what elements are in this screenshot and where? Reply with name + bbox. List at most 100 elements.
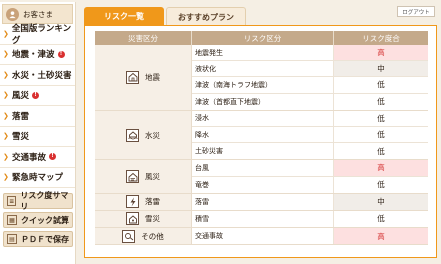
risk-level: 低: [377, 130, 385, 140]
risk-level: 低: [377, 97, 385, 107]
risk-group: 水災 浸水低降水低土砂災害低: [95, 110, 428, 161]
risk-level: 中: [334, 193, 428, 210]
list-icon: ≡: [7, 196, 17, 206]
alert-badge-icon: !: [57, 50, 65, 58]
risk-level: 低: [377, 214, 385, 224]
sidebar-item-3[interactable]: ❯ 風災!: [0, 86, 75, 106]
risk-level: 低: [377, 113, 385, 123]
table-row: 津波（南海トラフ地震） 低: [192, 77, 428, 94]
house-wind-icon: [126, 170, 139, 183]
sidebar-item-label: 風災: [12, 91, 30, 102]
document-icon: ▤: [7, 234, 17, 244]
risk-table: 災害区分 リスク区分 リスク度合 地震 地震発生高液状化中津波（南海トラフ地震）低…: [95, 31, 428, 246]
risk-group: 風災 台風高竜巻 低: [95, 160, 428, 194]
sidebar-item-label: 地震・津波: [12, 50, 55, 61]
table-row: 落雷中: [192, 193, 428, 210]
header-disaster-category: 災害区分: [95, 31, 192, 45]
sidebar-item-label: 全国版ランキング: [11, 23, 72, 46]
lightning-icon: [126, 195, 139, 209]
risk-summary-label: リスク度サマリ: [20, 191, 69, 211]
save-pdf-label: ＰＤＦで保存: [21, 234, 69, 244]
table-row: 浸水 低: [192, 110, 428, 127]
tab-recommended-plan[interactable]: おすすめプラン: [166, 7, 246, 26]
category-cell: 風災: [95, 160, 192, 193]
sidebar-item-6[interactable]: ❯ 交通事故!: [0, 147, 75, 168]
table-row: 竜巻 低: [192, 176, 428, 193]
sidebar: お客さま ❯ 全国版ランキング ❯ 地震・津波! ❯ 水災・土砂災害 ❯ 風災! ❯ 落雷 ❯ 雪災 ❯…: [0, 2, 76, 264]
tab-risk-list[interactable]: リスク一覧: [84, 7, 164, 26]
chevron-right-icon: ❯: [3, 29, 9, 38]
logout-button[interactable]: ログアウト: [397, 6, 435, 17]
category-cell: 地震: [95, 45, 192, 110]
table-row: 台風高: [192, 160, 428, 177]
risk-name: 地震発生: [192, 45, 334, 61]
risk-name: 土砂災害: [192, 143, 334, 160]
risk-level: 高: [334, 160, 428, 176]
risk-name: 降水: [192, 126, 334, 143]
sidebar-item-label: 緊急時マップ: [12, 173, 64, 184]
risk-level: 低: [377, 80, 385, 90]
header-risk-category: リスク区分: [192, 31, 334, 45]
user-icon: [6, 7, 19, 21]
sidebar-item-2[interactable]: ❯ 水災・土砂災害: [0, 65, 75, 86]
category-cell: 落雷: [95, 193, 192, 210]
save-pdf-button[interactable]: ▤ ＰＤＦで保存: [3, 231, 73, 247]
house-flood-icon: [126, 128, 139, 142]
sidebar-item-label: 交通事故: [12, 152, 47, 163]
risk-level: 高: [334, 228, 428, 245]
snow-icon: [126, 212, 139, 226]
sidebar-item-7[interactable]: ❯ 緊急時マップ: [0, 168, 75, 188]
house-earthquake-icon: [126, 70, 139, 84]
chevron-right-icon: ❯: [3, 91, 9, 100]
risk-group: 地震 地震発生高液状化中津波（南海トラフ地震）低津波（首都直下地震）低: [95, 45, 428, 111]
main-panel: 災害区分 リスク区分 リスク度合 地震 地震発生高液状化中津波（南海トラフ地震）低…: [84, 25, 437, 258]
chevron-right-icon: ❯: [3, 111, 9, 120]
header-risk-level: リスク度合: [362, 33, 400, 43]
quick-estimate-label: クイック試算: [21, 215, 69, 225]
category-label: 風災: [145, 172, 160, 181]
risk-group: 雪災 積雪 低: [95, 210, 428, 229]
sidebar-item-label: 落雷: [12, 111, 30, 122]
sidebar-item-label: 雪災: [12, 132, 30, 143]
sidebar-item-5[interactable]: ❯ 雪災: [0, 127, 75, 147]
risk-name: 竜巻: [192, 176, 334, 193]
sidebar-item-1[interactable]: ❯ 地震・津波!: [0, 45, 75, 65]
risk-level: 高: [334, 45, 428, 61]
table-row: 地震発生高: [192, 45, 428, 62]
risk-name: 台風: [192, 160, 334, 176]
sidebar-item-label: 水災・土砂災害: [12, 70, 72, 81]
risk-group: 落雷 落雷中: [95, 193, 428, 211]
quick-estimate-button[interactable]: ▦ クイック試算: [3, 212, 73, 228]
category-label: その他: [141, 231, 164, 241]
risk-name: 落雷: [192, 193, 334, 210]
risk-name: 津波（南海トラフ地震）: [192, 77, 334, 93]
risk-group: その他 交通事故高: [95, 228, 428, 246]
table-row: 津波（首都直下地震） 低: [192, 93, 428, 110]
risk-level: 中: [334, 61, 428, 77]
sidebar-item-4[interactable]: ❯ 落雷: [0, 106, 75, 127]
risk-name: 交通事故: [192, 228, 334, 245]
chevron-right-icon: ❯: [3, 70, 9, 79]
category-cell: その他: [95, 228, 192, 245]
table-row: 降水 低: [192, 126, 428, 144]
other-icon: [122, 229, 136, 243]
risk-name: 液状化: [192, 61, 334, 77]
alert-badge-icon: !: [49, 153, 57, 161]
category-label: 水災: [145, 130, 160, 140]
chevron-right-icon: ❯: [3, 50, 9, 59]
user-name: お客さま: [23, 9, 53, 19]
alert-badge-icon: !: [32, 91, 40, 99]
category-label: 落雷: [145, 197, 160, 207]
table-row: 土砂災害 低: [192, 143, 428, 160]
risk-level: 低: [377, 146, 385, 156]
table-row: 積雪 低: [192, 210, 428, 228]
category-cell: 水災: [95, 110, 192, 160]
risk-name: 津波（首都直下地震）: [192, 93, 334, 110]
category-label: 地震: [145, 72, 160, 82]
sidebar-item-0[interactable]: ❯ 全国版ランキング: [0, 23, 75, 46]
category-label: 雪災: [145, 214, 160, 224]
risk-name: 浸水: [192, 110, 334, 126]
chevron-right-icon: ❯: [3, 152, 9, 161]
risk-summary-button[interactable]: ≡ リスク度サマリ: [3, 191, 73, 211]
table-header: 災害区分 リスク区分 リスク度合: [95, 31, 428, 45]
